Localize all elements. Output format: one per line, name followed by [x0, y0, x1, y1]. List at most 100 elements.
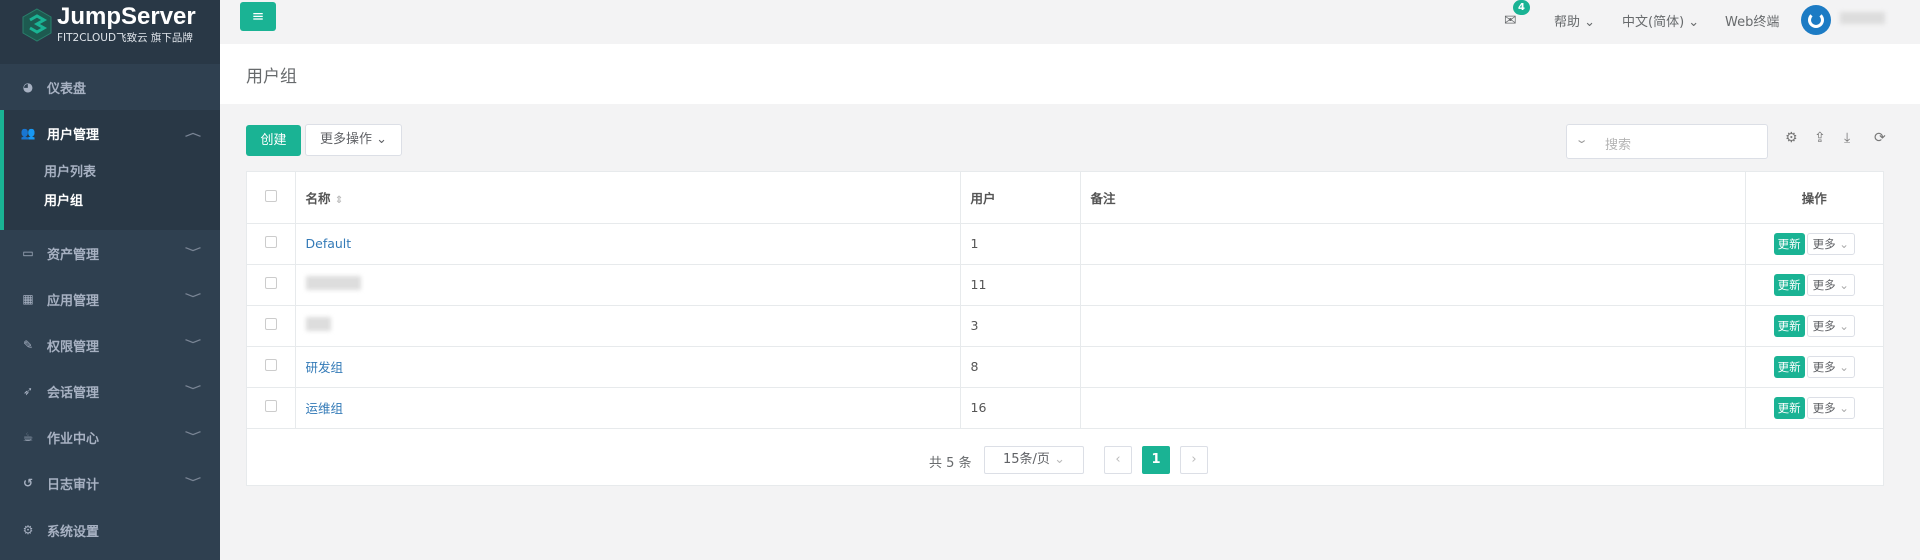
chevron-down-icon: ﹀ [185, 248, 201, 259]
page-1-button[interactable]: 1 [1142, 446, 1170, 474]
sidebar-item-label: 作业中心 [47, 431, 100, 447]
sidebar-item-jobs[interactable]: ☕ 作业中心 ﹀ [0, 414, 220, 460]
sidebar-item-label: 应用管理 [47, 293, 100, 309]
web-terminal-link[interactable]: Web终端 [1725, 11, 1779, 30]
update-button[interactable]: 更新 [1773, 355, 1805, 378]
row-checkbox[interactable] [264, 236, 277, 248]
sort-icon[interactable]: ⇕ [335, 195, 343, 206]
sidebar-item-settings[interactable]: ⚙ 系统设置 [0, 507, 220, 553]
more-dropdown[interactable]: 更多 ⌄ [1806, 273, 1855, 296]
chevron-down-icon: ⌄ [1688, 15, 1700, 30]
power-icon [1808, 12, 1824, 28]
more-dropdown[interactable]: 更多 ⌄ [1806, 232, 1855, 255]
pagination: 共 5 条 15条/页 ⌄ ‹ 1 › [247, 446, 1883, 476]
chevron-down-icon[interactable]: ⌄ [1575, 133, 1589, 146]
table-row: 研发组 8 更新 更多 ⌄ [247, 346, 1883, 388]
chevron-down-icon: ⌄ [1054, 452, 1065, 467]
user-groups-table: 名称 ⇕ 用户 备注 操作 Default 1 更新 更多 ⌄ 11 更新 更多 ⌄… [247, 172, 1883, 429]
gears-icon: ⚙ [22, 523, 34, 537]
group-name-link[interactable]: 研发组 [306, 360, 344, 375]
page-title: 用户组 [246, 67, 297, 87]
sidebar-item-dashboard[interactable]: ◕ 仪表盘 [0, 64, 220, 110]
sidebar-item-label: 权限管理 [47, 339, 100, 355]
sidebar-item-user-groups[interactable]: 用户组 [44, 190, 83, 209]
select-cell [247, 223, 296, 265]
row-checkbox[interactable] [264, 400, 277, 412]
more-label: 更多 [1812, 318, 1836, 333]
refresh-icon[interactable]: ⟳ [1874, 130, 1886, 146]
more-label: 更多 [1812, 236, 1836, 251]
username-blurred[interactable] [1840, 12, 1885, 24]
sidebar-item-applications[interactable]: ▦ 应用管理 ﹀ [0, 276, 220, 322]
more-label: 更多 [1812, 359, 1836, 374]
chevron-down-icon: ﹀ [185, 294, 201, 305]
select-cell [247, 346, 296, 388]
menu-toggle-button[interactable]: ≡ [240, 2, 276, 31]
select-all-checkbox[interactable] [264, 189, 277, 202]
group-name-link[interactable]: 运维组 [306, 401, 344, 416]
more-actions-dropdown[interactable]: 更多操作 ⌄ [305, 124, 402, 156]
download-icon[interactable]: ⤓ [1844, 130, 1850, 146]
inbox-icon: ▭ [22, 246, 34, 260]
chevron-down-icon: ⌄ [1839, 400, 1849, 415]
table-header: 名称 ⇕ 用户 备注 操作 [247, 172, 1883, 224]
actions-cell: 更新 更多 ⌄ [1745, 223, 1883, 265]
sidebar-item-label: 会话管理 [47, 385, 100, 401]
prev-page-button[interactable]: ‹ [1104, 446, 1132, 474]
group-name-blurred[interactable] [305, 317, 331, 331]
upload-icon[interactable]: ⇪ [1814, 130, 1826, 146]
users-cell: 16 [960, 387, 1081, 429]
users-cell: 3 [960, 305, 1081, 347]
row-checkbox[interactable] [264, 277, 277, 289]
chevron-down-icon: ﹀ [185, 386, 201, 397]
brand-tagline: FIT2CLOUD飞致云 旗下品牌 [57, 32, 193, 44]
mail-icon[interactable]: ✉ [1504, 11, 1517, 29]
sidebar-item-sessions[interactable]: ➶ 会话管理 ﹀ [0, 368, 220, 414]
logo[interactable]: JumpServer FIT2CLOUD飞致云 旗下品牌 [0, 0, 220, 64]
more-label: 更多 [1812, 277, 1836, 292]
column-label: 名称 [305, 190, 331, 206]
mail-count-badge: 4 [1513, 0, 1530, 15]
chevron-down-icon: ﹀ [185, 432, 201, 443]
page-size-select[interactable]: 15条/页 ⌄ [984, 446, 1084, 474]
actions-cell: 更新 更多 ⌄ [1745, 305, 1883, 347]
chevron-down-icon: ⌄ [1839, 359, 1849, 374]
column-name[interactable]: 名称 ⇕ [295, 172, 961, 224]
more-label: 更多 [1812, 400, 1836, 415]
search-input[interactable]: ⌄ 搜索 [1566, 124, 1768, 159]
sidebar-item-user-list[interactable]: 用户列表 [44, 161, 96, 180]
avatar[interactable] [1801, 5, 1831, 35]
column-comment: 备注 [1080, 172, 1746, 224]
sidebar-item-assets[interactable]: ▭ 资产管理 ﹀ [0, 230, 220, 276]
chevron-down-icon: ⌄ [376, 132, 388, 147]
comment-cell [1080, 223, 1746, 265]
row-checkbox[interactable] [264, 359, 277, 371]
language-menu[interactable]: 中文(简体) ⌄ [1622, 11, 1699, 30]
update-button[interactable]: 更新 [1773, 232, 1805, 255]
help-menu[interactable]: 帮助 ⌄ [1554, 11, 1595, 30]
update-button[interactable]: 更新 [1773, 273, 1805, 296]
table-row: Default 1 更新 更多 ⌄ [247, 223, 1883, 265]
more-dropdown[interactable]: 更多 ⌄ [1806, 355, 1855, 378]
next-page-button[interactable]: › [1180, 446, 1208, 474]
settings-icon[interactable]: ⚙ [1785, 130, 1798, 146]
sidebar-item-audit[interactable]: ↺ 日志审计 ﹀ [0, 460, 220, 506]
sidebar-item-permissions[interactable]: ✎ 权限管理 ﹀ [0, 322, 220, 368]
sidebar-item-user-management[interactable]: 👥 用户管理 ︿ [0, 110, 220, 156]
search-placeholder: 搜索 [1605, 138, 1632, 153]
group-name-link[interactable]: Default [306, 236, 352, 251]
page-size-label: 15条/页 [1003, 452, 1050, 467]
row-checkbox[interactable] [264, 318, 277, 330]
create-button[interactable]: 创建 [246, 125, 301, 156]
sidebar-item-label: 日志审计 [47, 477, 100, 493]
history-icon: ↺ [22, 476, 34, 490]
more-dropdown[interactable]: 更多 ⌄ [1806, 396, 1855, 419]
update-button[interactable]: 更新 [1773, 314, 1805, 337]
page-header: 用户组 [220, 44, 1920, 104]
update-button[interactable]: 更新 [1773, 396, 1805, 419]
more-dropdown[interactable]: 更多 ⌄ [1806, 314, 1855, 337]
help-label: 帮助 [1554, 15, 1581, 30]
group-name-blurred[interactable] [305, 276, 361, 290]
top-navbar: ≡ ✉ 4 帮助 ⌄ 中文(简体) ⌄ Web终端 [220, 0, 1920, 44]
column-actions: 操作 [1745, 172, 1883, 224]
